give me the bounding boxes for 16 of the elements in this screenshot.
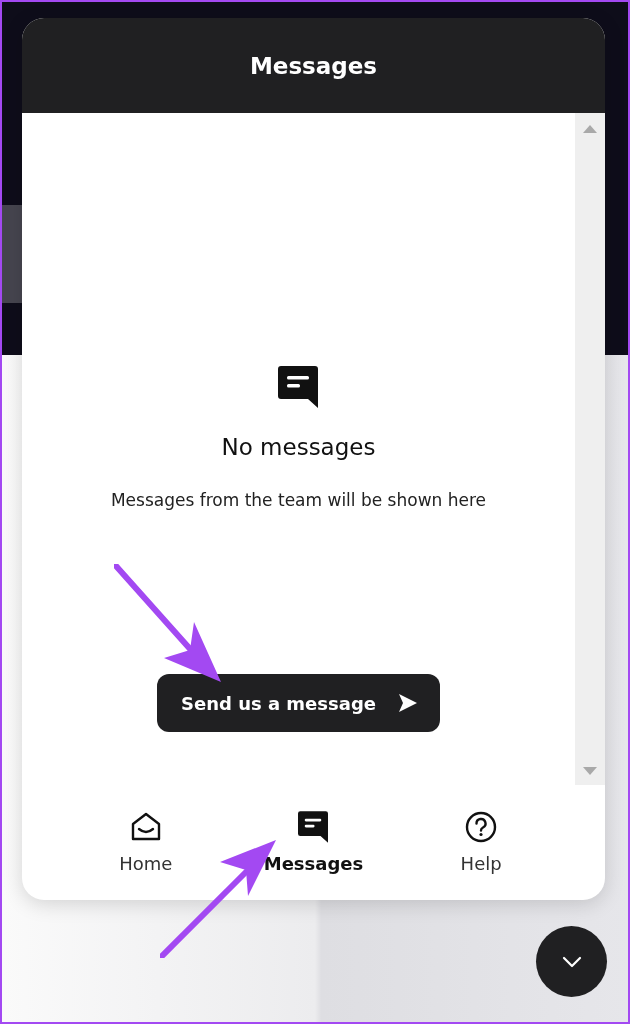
empty-heading: No messages: [221, 434, 376, 460]
scrollbar[interactable]: [575, 113, 605, 785]
chat-bubble-icon: [298, 811, 329, 843]
help-icon: [465, 811, 498, 843]
envelope-icon: [129, 811, 162, 843]
nav-tab[interactable]: Home: [75, 811, 216, 874]
send-message-button[interactable]: Send us a message: [157, 674, 440, 732]
scroll-down-icon[interactable]: [583, 767, 597, 775]
send-icon: [398, 693, 418, 713]
scroll-up-icon[interactable]: [583, 125, 597, 133]
empty-description: Messages from the team will be shown here: [110, 490, 487, 510]
nav-tab[interactable]: Messages: [243, 811, 384, 874]
panel-title: Messages: [249, 52, 378, 79]
chat-bubble-icon: [278, 366, 319, 408]
chevron-down-icon: [561, 955, 582, 968]
nav-tab[interactable]: Help: [411, 811, 552, 874]
